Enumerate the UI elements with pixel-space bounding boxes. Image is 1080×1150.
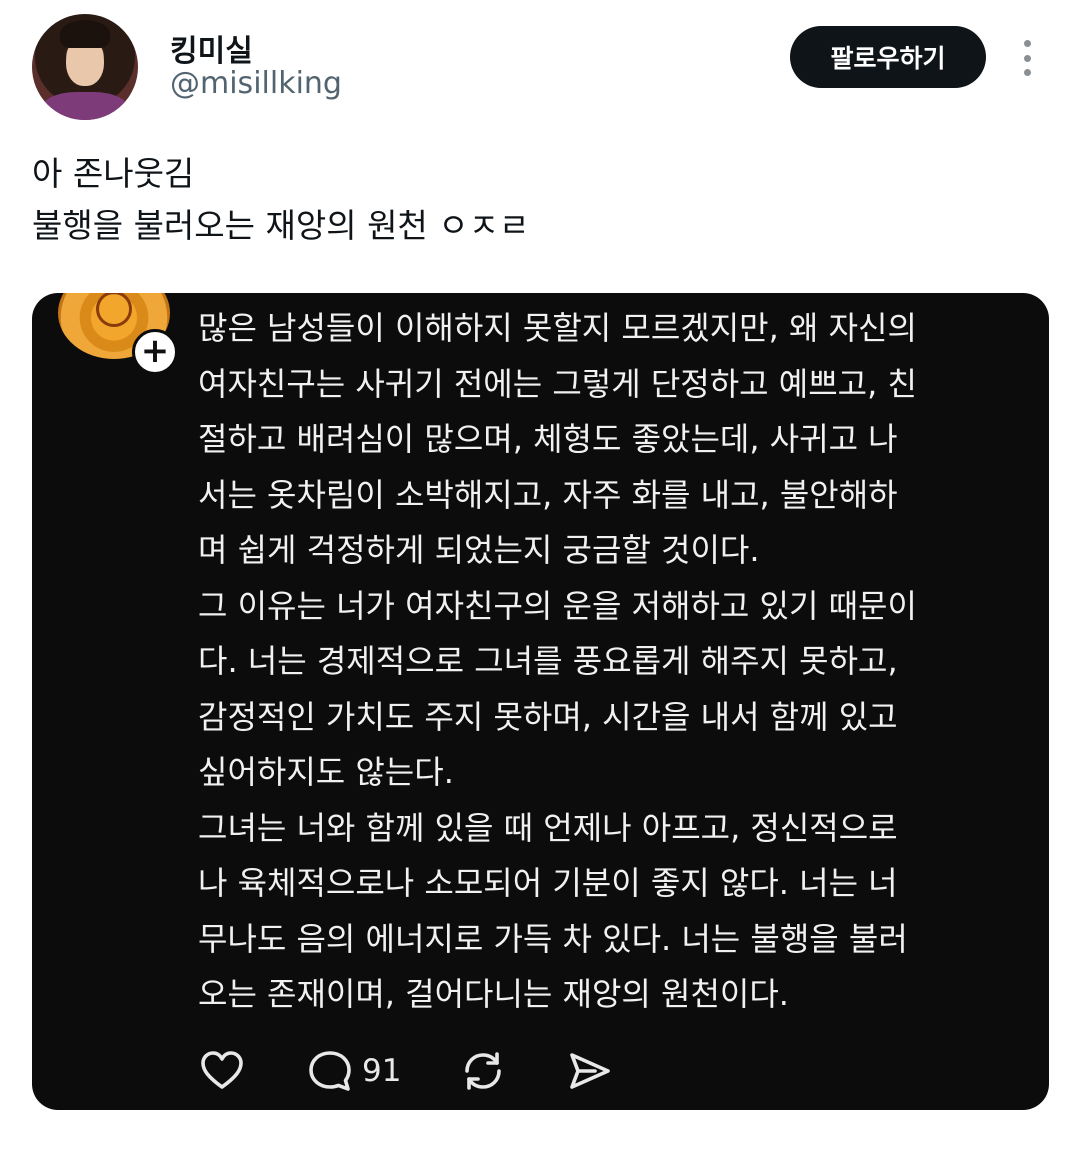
post-line: 그 이유는 너가 여자친구의 운을 저해하고 있기 때문이	[198, 586, 917, 625]
tweet-line: 아 존나웃김	[32, 154, 195, 193]
post-line: 감정적인 가치도 주지 못하며, 시간을 내서 함께 있고	[198, 697, 898, 736]
post-line: 며 쉽게 걱정하게 되었는지 궁금할 것이다.	[198, 531, 760, 569]
send-icon-svg	[570, 1053, 611, 1089]
reply-button[interactable]: 91	[306, 1047, 401, 1095]
plus-icon: +	[132, 329, 178, 375]
tweet-line: 불행을 불러오는 재앙의 원천 ㅇㅈㄹ	[32, 206, 530, 245]
send-icon[interactable]	[565, 1047, 613, 1095]
more-dot	[1023, 54, 1031, 62]
tweet-text: 아 존나웃김 불행을 불러오는 재앙의 원천 ㅇㅈㄹ	[32, 148, 1032, 252]
more-dot	[1023, 69, 1031, 76]
follow-button[interactable]: 팔로우하기	[790, 26, 986, 88]
post-paragraph: 그녀는 너와 함께 있을 때 언제나 아프고, 정신적으로 나 육체적으로나 소…	[198, 801, 1028, 1023]
post-line: 많은 남성들이 이해하지 못할지 모르겠지만, 왜 자신의	[198, 309, 917, 347]
post-line: 오는 존재이며, 걸어다니는 재앙의 원천이다.	[198, 975, 789, 1013]
post-line: 절하고 배려심이 많으며, 체형도 좋았는데, 사귀고 나	[198, 420, 898, 458]
speech-bubble-icon	[309, 1051, 351, 1091]
post-action-bar: 91	[198, 1045, 613, 1097]
heart-icon[interactable]	[198, 1047, 246, 1095]
heart-icon-svg	[201, 1051, 243, 1089]
post-line: 서는 옷차림이 소박해지고, 자주 화를 내고, 불안해하	[198, 475, 898, 514]
user-handle[interactable]: @misillking	[170, 66, 342, 101]
embedded-post-image[interactable]: + 많은 남성들이 이해하지 못할지 모르겠지만, 왜 자신의 여자친구는 사귀…	[32, 293, 1049, 1110]
repost-icon[interactable]	[459, 1047, 507, 1095]
post-line: 다. 너는 경제적으로 그녀를 풍요롭게 해주지 못하고,	[198, 642, 898, 680]
post-line: 나 육체적으로나 소모되어 기분이 좋지 않다. 너는 너	[198, 864, 898, 902]
more-dot	[1023, 40, 1031, 47]
post-line: 그녀는 너와 함께 있을 때 언제나 아프고, 정신적으로	[198, 808, 898, 847]
emblem-icon	[96, 293, 132, 327]
display-name[interactable]: 킹미실	[170, 26, 253, 70]
post-paragraph: 많은 남성들이 이해하지 못할지 모르겠지만, 왜 자신의 여자친구는 사귀기 …	[198, 301, 1028, 579]
post-body: 많은 남성들이 이해하지 못할지 모르겠지만, 왜 자신의 여자친구는 사귀기 …	[198, 301, 1028, 1023]
repost-icon-svg	[465, 1052, 502, 1090]
post-line: 무나도 음의 에너지로 가득 차 있다. 너는 불행을 불러	[198, 919, 908, 958]
post-line: 싶어하지도 않는다.	[198, 753, 454, 791]
avatar-robe	[42, 92, 128, 120]
more-vertical-icon[interactable]	[1012, 36, 1042, 80]
avatar-hair	[60, 20, 110, 48]
post-paragraph: 그 이유는 너가 여자친구의 운을 저해하고 있기 때문이 다. 너는 경제적으…	[198, 579, 1028, 801]
post-line: 여자친구는 사귀기 전에는 그렇게 단정하고 예쁘고, 친	[198, 364, 917, 403]
avatar[interactable]	[32, 14, 138, 120]
reply-count: 91	[362, 1053, 402, 1089]
